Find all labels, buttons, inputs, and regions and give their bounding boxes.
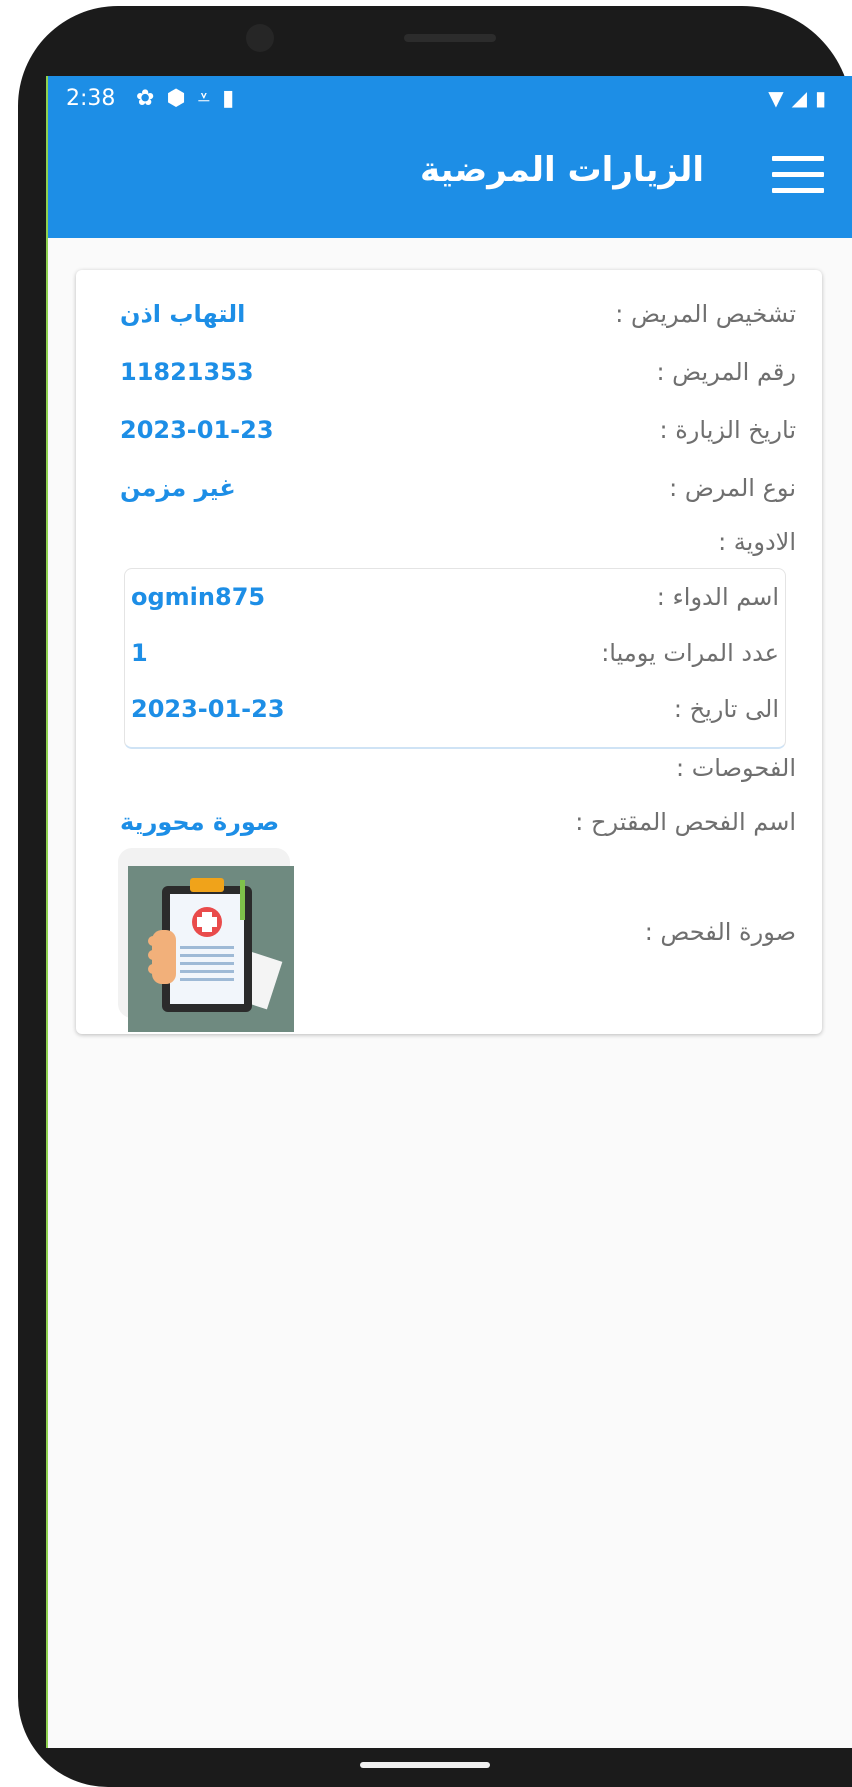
diagnosis-label: تشخيص المريض : xyxy=(615,300,796,328)
medicine-times-label: عدد المرات يوميا: xyxy=(601,639,779,667)
sd-card-icon: ▮ xyxy=(222,86,247,111)
exams-row: الفحوصات : xyxy=(76,754,822,794)
app-bar: الزيارات المرضية xyxy=(48,126,852,238)
visit-date-label: تاريخ الزيارة : xyxy=(659,416,796,444)
gear-icon: ✿ xyxy=(136,86,167,111)
medicine-name-label: اسم الدواء : xyxy=(656,583,779,611)
app-screen: 2:38 ✿⬢⩡▮ ▼◢▮ الزيارات المرضية تشخيص الم… xyxy=(46,76,852,1748)
shield-icon: ⬢ xyxy=(166,86,198,111)
disease-type-value: غير مزمن xyxy=(120,474,236,502)
medicine-times-row: عدد المرات يوميا: 1 xyxy=(125,639,785,679)
disease-type-row: نوع المرض : غير مزمن xyxy=(76,474,822,514)
patient-number-row: رقم المريض : 11821353 xyxy=(76,358,822,398)
disease-type-label: نوع المرض : xyxy=(669,474,796,502)
status-icons-left: ✿⬢⩡▮ xyxy=(136,86,246,111)
wifi-icon: ▼ xyxy=(768,86,792,110)
download-done-icon: ⩡ xyxy=(197,86,223,111)
diagnosis-row: تشخيص المريض : التهاب اذن xyxy=(76,300,822,340)
patient-number-label: رقم المريض : xyxy=(656,358,796,386)
patient-number-value: 11821353 xyxy=(120,358,254,386)
medicine-until-row: الى تاريخ : 2023-01-23 xyxy=(125,695,785,735)
exam-image[interactable] xyxy=(118,848,294,1032)
visit-date-value: 2023-01-23 xyxy=(120,416,274,444)
status-bar: 2:38 ✿⬢⩡▮ ▼◢▮ xyxy=(48,76,852,126)
medicine-item: اسم الدواء : ogmin875 عدد المرات يوميا: … xyxy=(124,568,786,749)
visit-card: تشخيص المريض : التهاب اذن رقم المريض : 1… xyxy=(76,270,822,1034)
medicine-name-value: ogmin875 xyxy=(131,583,266,611)
medicine-name-row: اسم الدواء : ogmin875 xyxy=(125,583,785,623)
exams-label: الفحوصات : xyxy=(675,754,796,782)
earpiece-speaker xyxy=(404,34,496,42)
page-title: الزيارات المرضية xyxy=(419,150,704,190)
medicine-until-value: 2023-01-23 xyxy=(131,695,285,723)
signal-icon: ◢ xyxy=(791,86,815,110)
status-icons-right: ▼◢▮ xyxy=(768,86,834,110)
medicines-row: الادوية : xyxy=(76,528,822,568)
medical-clipboard-icon xyxy=(128,866,294,1032)
status-time: 2:38 xyxy=(66,86,116,111)
gesture-nav-bar[interactable] xyxy=(360,1762,490,1768)
battery-icon: ▮ xyxy=(814,86,834,110)
exam-name-value: صورة محورية xyxy=(120,808,280,836)
diagnosis-value: التهاب اذن xyxy=(120,300,246,328)
hamburger-menu-icon[interactable] xyxy=(772,156,824,200)
front-camera xyxy=(246,24,274,52)
medicine-times-value: 1 xyxy=(131,639,148,667)
exam-image-label: صورة الفحص : xyxy=(644,918,796,946)
medicines-label: الادوية : xyxy=(718,528,796,556)
medicine-until-label: الى تاريخ : xyxy=(673,695,779,723)
visit-date-row: تاريخ الزيارة : 2023-01-23 xyxy=(76,416,822,456)
exam-name-row: اسم الفحص المقترح : صورة محورية xyxy=(76,808,822,848)
exam-name-label: اسم الفحص المقترح : xyxy=(575,808,796,836)
